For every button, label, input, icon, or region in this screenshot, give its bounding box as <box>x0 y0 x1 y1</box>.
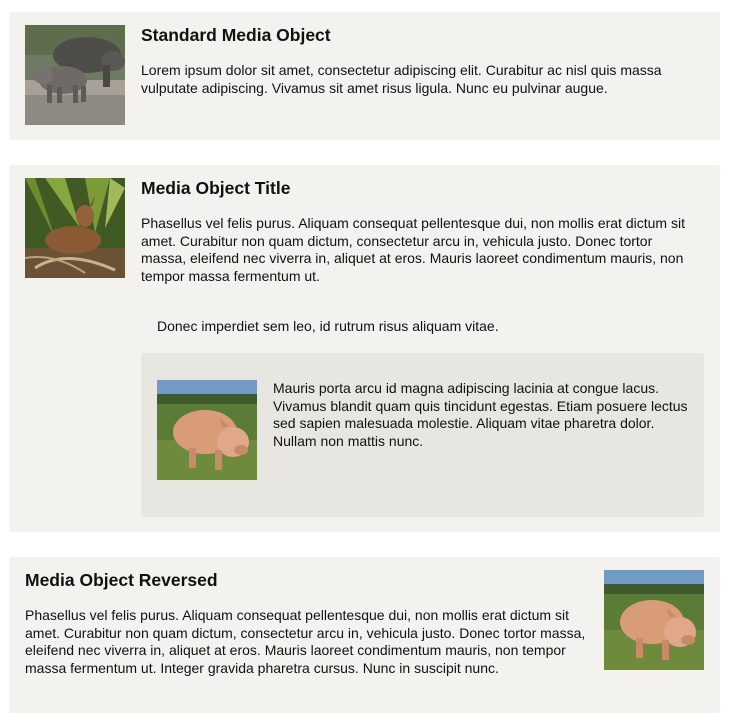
rhino-image <box>25 25 125 125</box>
nested-media-body: Mauris porta arcu id magna adipiscing la… <box>273 380 688 449</box>
media-object-reversed: Media Object Reversed Phasellus vel feli… <box>9 557 720 713</box>
media-body: Phasellus vel felis purus. Aliquam conse… <box>25 607 586 676</box>
nested-media-object: Mauris porta arcu id magna adipiscing la… <box>141 353 704 517</box>
media-body: Lorem ipsum dolor sit amet, consectetur … <box>141 62 662 96</box>
pig-image <box>604 570 704 670</box>
media-extra-text: Donec imperdiet sem leo, id rutrum risus… <box>157 318 499 334</box>
media-body: Phasellus vel felis purus. Aliquam conse… <box>141 215 685 284</box>
deer-image <box>25 178 125 278</box>
media-object-standard: Standard Media Object Lorem ipsum dolor … <box>9 12 720 140</box>
media-title: Media Object Title <box>141 178 291 198</box>
media-object-nested: Media Object Title Phasellus vel felis p… <box>9 165 720 532</box>
media-title: Media Object Reversed <box>25 570 218 590</box>
media-title: Standard Media Object <box>141 25 331 45</box>
pig-image <box>157 380 257 480</box>
